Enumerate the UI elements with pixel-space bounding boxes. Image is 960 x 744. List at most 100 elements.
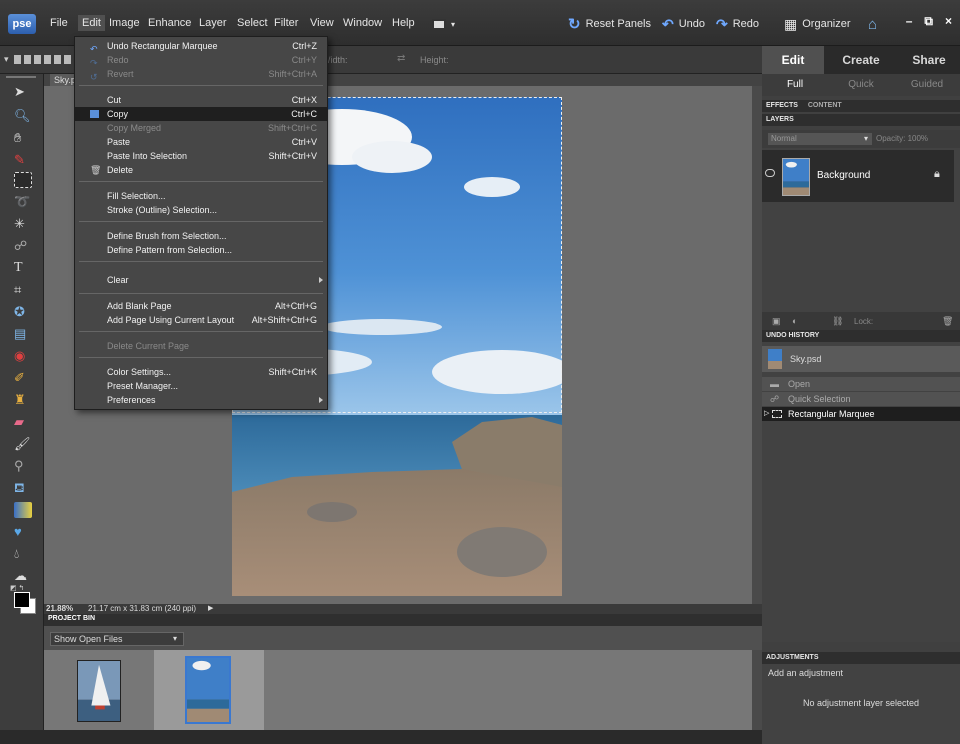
menu-item-undo[interactable]: ↶ Undo Rectangular Marquee Ctrl+Z [75,39,327,54]
new-adjustment-icon[interactable]: ◐ [792,316,797,326]
canvas-vertical-scrollbar[interactable] [752,86,762,604]
menu-item-paste-into-selection[interactable]: Paste Into Selection Shift+Ctrl+V [75,149,327,163]
menu-item-paste[interactable]: Paste Ctrl+V [75,135,327,149]
selection-mode-icons[interactable] [14,55,76,64]
menu-item-add-page-layout[interactable]: Add Page Using Current Layout Alt+Shift+… [75,313,327,327]
tab-content[interactable]: CONTENT [808,102,842,109]
menu-file[interactable]: File [50,17,68,29]
menu-item-copy[interactable]: Copy Ctrl+C [75,107,327,121]
move-tool-icon[interactable]: ➤ [14,84,32,100]
menu-item-define-pattern[interactable]: Define Pattern from Selection... [75,243,327,257]
history-item-rectangular-marquee[interactable]: ▷ Rectangular Marquee [762,407,960,421]
menu-window[interactable]: Window [343,17,382,29]
menu-image[interactable]: Image [109,17,140,29]
toolbox-grip[interactable] [6,76,36,78]
type-tool-icon[interactable]: T [14,260,32,276]
history-item-label: Rectangular Marquee [788,409,875,419]
menu-item-copy-merged[interactable]: Copy Merged Shift+Ctrl+C [75,121,327,135]
menu-item-delete-current-page[interactable]: Delete Current Page [75,339,327,353]
menu-edit[interactable]: Edit [78,15,105,31]
home-button[interactable]: ⌂ [868,14,877,34]
history-item-open[interactable]: ▬ Open [762,377,960,391]
tab-quick[interactable]: Quick [828,74,894,96]
menu-enhance[interactable]: Enhance [148,17,191,29]
status-menu-arrow-icon[interactable]: ▶ [208,604,213,612]
workspace-layout-button[interactable]: ▾ [432,14,455,34]
menu-view[interactable]: View [310,17,334,29]
tab-full[interactable]: Full [762,74,828,96]
spot-healing-tool-icon[interactable]: ✐ [14,370,32,386]
bin-thumbnail-sky[interactable] [154,650,264,730]
menu-help[interactable]: Help [392,17,415,29]
bin-thumbnail-sailboat[interactable] [44,650,154,730]
blur-tool-icon[interactable]: 💧︎ [14,546,32,562]
project-bin-filter-select[interactable]: Show Open Files ▾ [50,632,184,646]
visibility-eye-icon[interactable] [765,169,775,177]
new-layer-icon[interactable]: ▣ [772,316,781,327]
hand-tool-icon[interactable]: ✋︎ [14,130,32,146]
sailboat-thumbnail [77,660,121,722]
straighten-tool-icon[interactable]: ▤ [14,326,32,342]
adjustments-hint: Add an adjustment [768,668,844,678]
link-icon[interactable]: ⛓ [832,316,843,327]
swap-icon[interactable]: ⇄ [397,53,405,64]
menu-item-define-brush[interactable]: Define Brush from Selection... [75,229,327,243]
tab-share[interactable]: Share [898,46,960,74]
clone-stamp-tool-icon[interactable]: ♜ [14,392,32,408]
sponge-tool-icon[interactable]: ☁ [14,568,32,584]
shape-tool-icon[interactable]: ♥ [14,524,32,540]
gradient-tool-icon[interactable] [14,502,32,518]
zoom-tool-icon[interactable]: 🔍︎ [14,108,32,124]
red-eye-tool-icon[interactable]: ◉ [14,348,32,364]
paint-bucket-tool-icon[interactable]: ⛾ [14,480,32,496]
organizer-button[interactable]: ▦ Organizer [784,14,851,34]
opacity-label: Opacity: 100% [876,134,928,143]
magic-wand-tool-icon[interactable]: ✳ [14,216,32,232]
opacity-value[interactable]: 100% [908,134,928,143]
redo-button[interactable]: ↷ Redo [716,14,759,34]
tool-preset-icon[interactable]: ▾ [4,54,9,65]
blend-mode-select[interactable]: Normal ▾ [768,133,872,145]
eyedropper-tool-icon[interactable]: ✎ [14,152,32,168]
crop-tool-icon[interactable]: ⌗ [14,282,32,298]
redo-icon: ↷ [90,58,98,68]
menu-item-preset-manager[interactable]: Preset Manager... [75,379,327,393]
reset-panels-button[interactable]: ↻ Reset Panels [568,14,651,34]
menu-item-preferences[interactable]: Preferences [75,393,327,407]
brush-tool-icon[interactable]: 🖌︎ [14,436,32,452]
smart-brush-tool-icon[interactable]: ⚲ [14,458,32,474]
delete-layer-icon[interactable]: 🗑︎ [942,316,953,327]
menu-item-revert[interactable]: ↺ Revert Shift+Ctrl+A [75,67,327,82]
tab-edit[interactable]: Edit [762,46,824,74]
foreground-color-swatch[interactable] [14,592,30,608]
quick-selection-tool-icon[interactable]: ☍ [14,238,32,254]
marquee-tool-icon[interactable] [14,172,32,188]
undo-button[interactable]: ↶ Undo [662,14,705,34]
menu-item-color-settings[interactable]: Color Settings... Shift+Ctrl+K [75,365,327,379]
quick-selection-icon: ☍ [770,394,780,404]
menu-layer[interactable]: Layer [199,17,227,29]
menu-select[interactable]: Select [237,17,268,29]
eraser-tool-icon[interactable]: ▰ [14,414,32,430]
tab-effects[interactable]: EFFECTS [766,102,798,109]
project-bin-scrollbar[interactable] [752,650,762,730]
close-icon[interactable]: × [945,14,952,29]
tab-create[interactable]: Create [828,46,894,74]
swap-colors-icon[interactable]: ◩ ↰ [10,584,24,592]
menu-item-stroke-selection[interactable]: Stroke (Outline) Selection... [75,203,327,217]
history-item-quick-selection[interactable]: ☍ Quick Selection [762,392,960,406]
history-snapshot[interactable]: Sky.psd [762,346,960,372]
restore-icon[interactable]: ⧉ [924,14,933,29]
tab-guided[interactable]: Guided [894,74,960,96]
minimize-icon[interactable]: – [906,14,913,29]
menu-item-redo[interactable]: ↷ Redo Ctrl+Y [75,53,327,68]
layer-row-background[interactable]: Background 🔒︎ [762,150,954,202]
menu-item-clear[interactable]: Clear [75,273,327,287]
lasso-tool-icon[interactable]: ➰ [14,194,32,210]
menu-filter[interactable]: Filter [274,17,298,29]
menu-item-fill-selection[interactable]: Fill Selection... [75,189,327,203]
menu-item-delete[interactable]: 🗑︎ Delete [75,163,327,177]
cookie-cutter-tool-icon[interactable]: ✪ [14,304,32,320]
menu-item-cut[interactable]: Cut Ctrl+X [75,93,327,107]
menu-item-add-blank-page[interactable]: Add Blank Page Alt+Ctrl+G [75,299,327,313]
